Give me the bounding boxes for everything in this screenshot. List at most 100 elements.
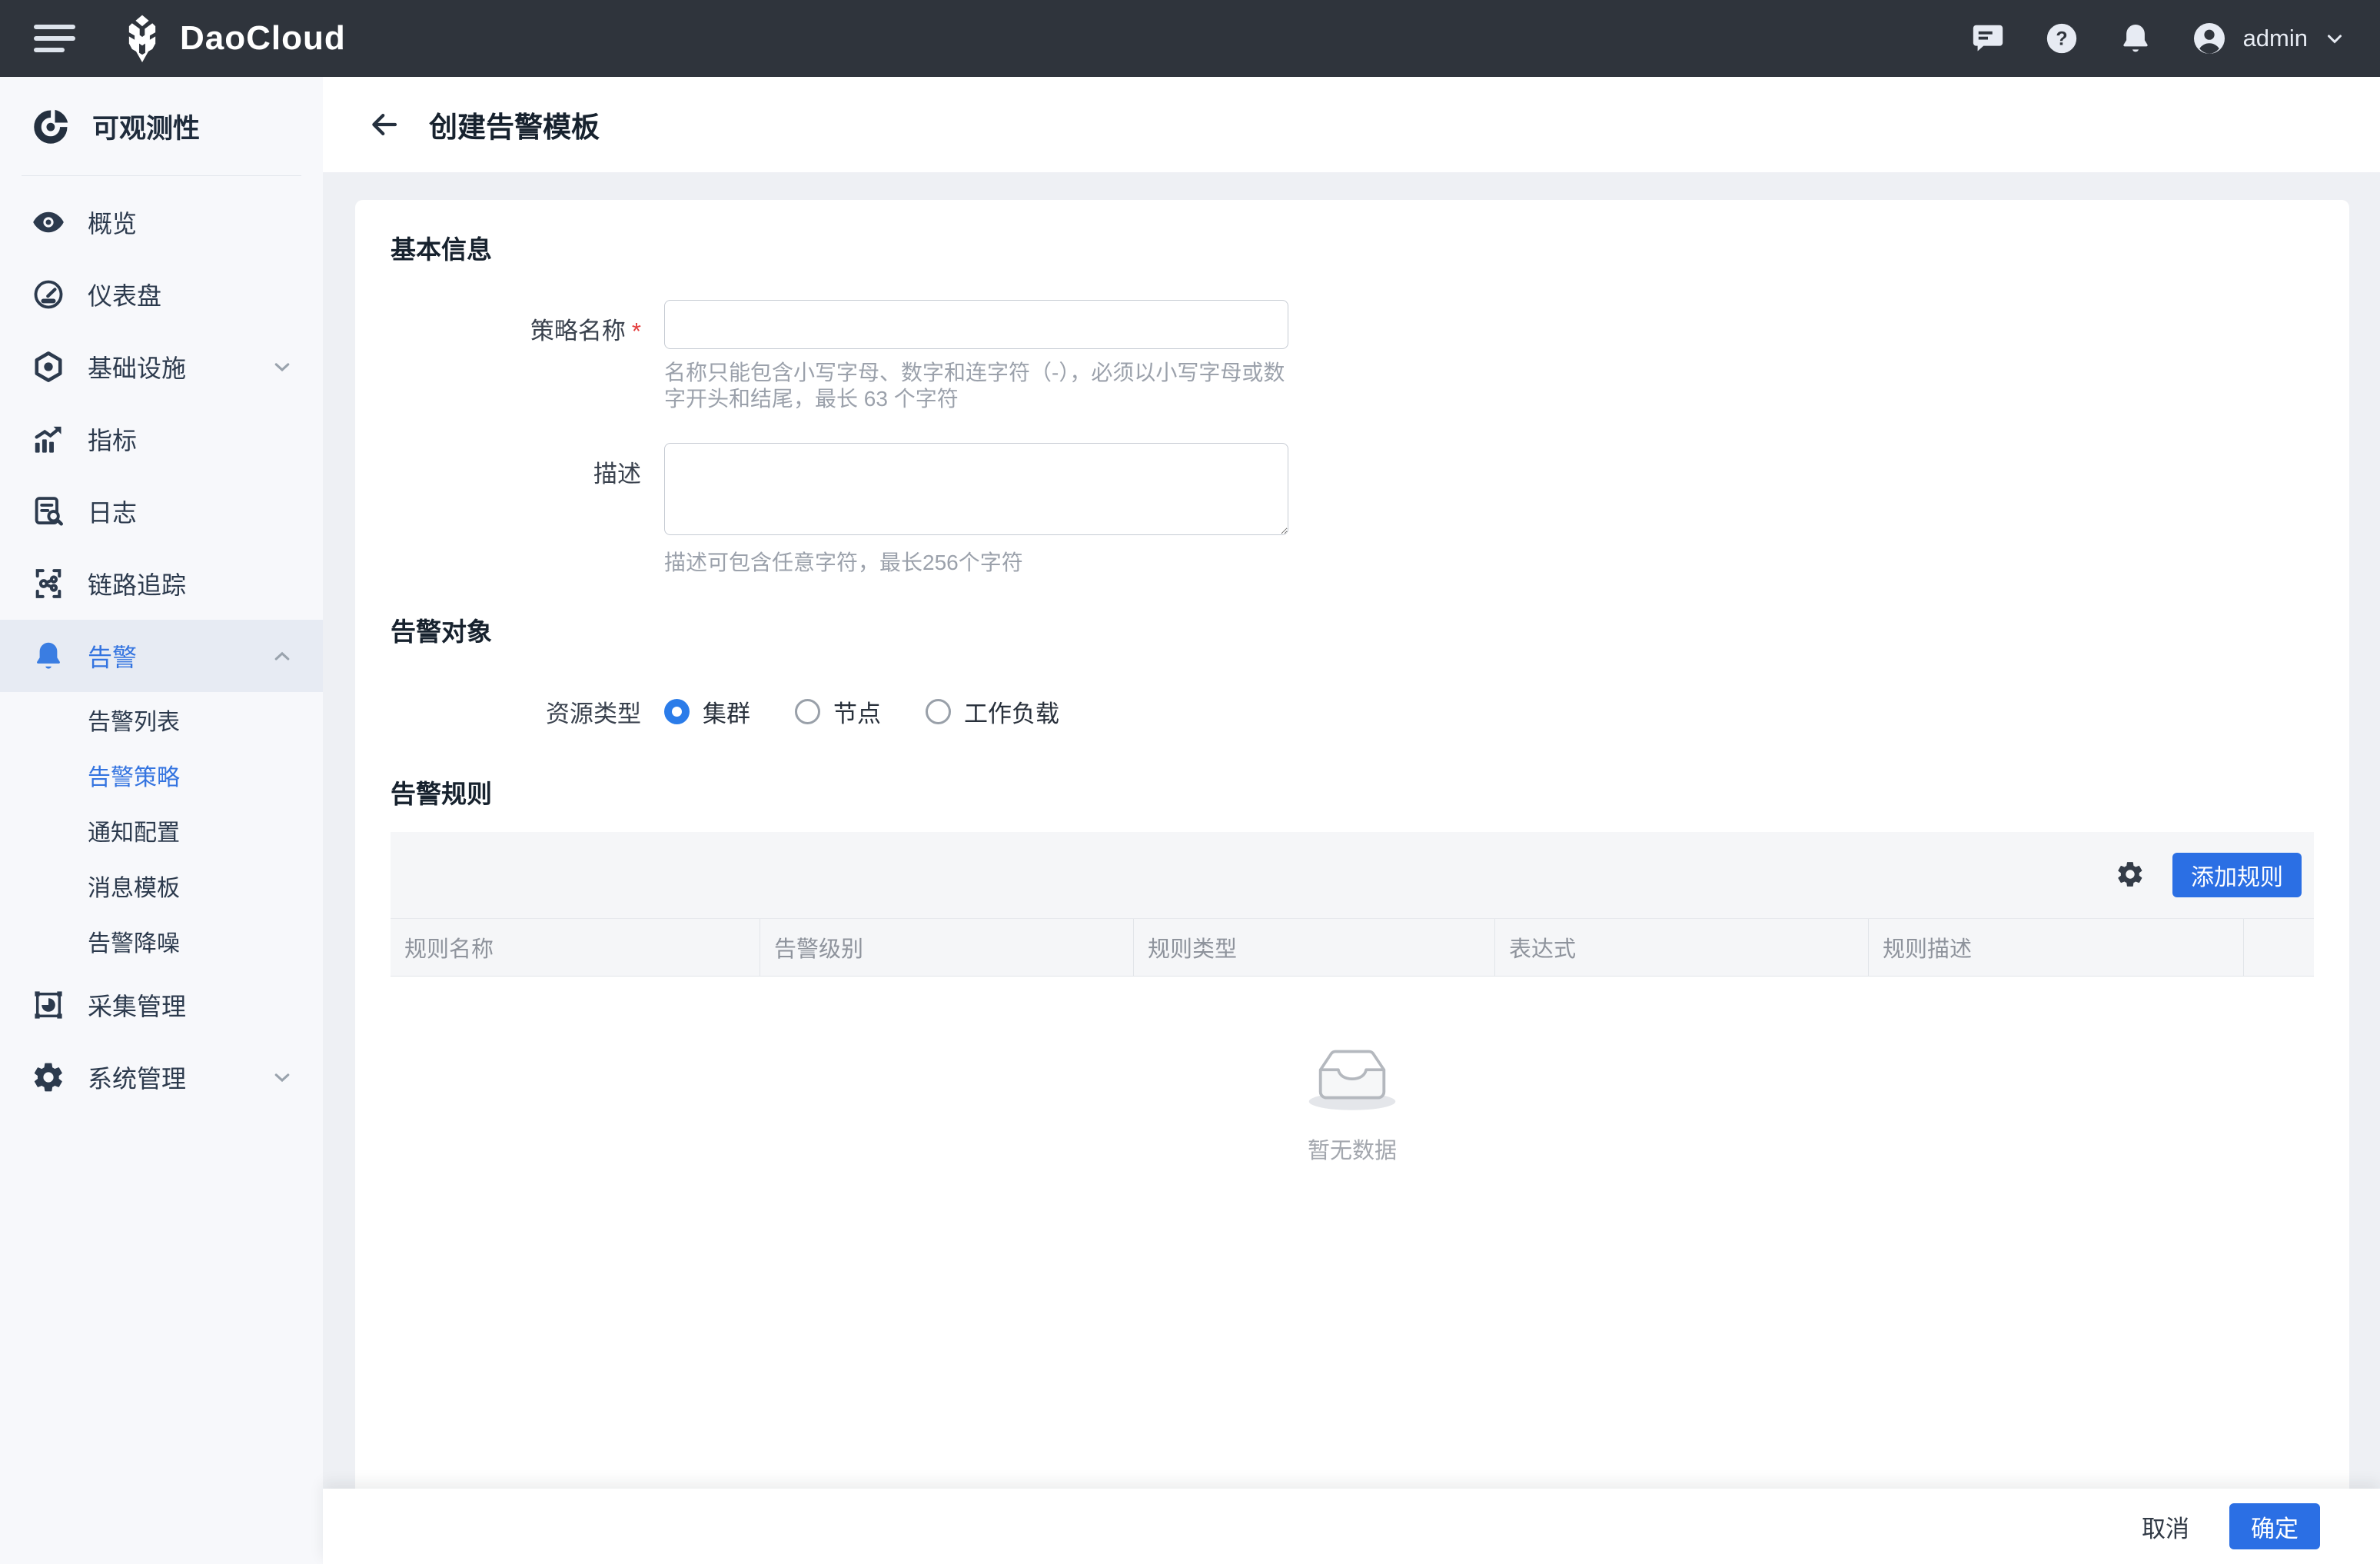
brand-name: DaoCloud bbox=[180, 19, 346, 58]
sidebar-subitem-alert-noise-reduction[interactable]: 告警降噪 bbox=[0, 913, 323, 969]
sidebar-item-metrics[interactable]: 指标 bbox=[0, 403, 323, 475]
sidebar-subitem-alert-policy[interactable]: 告警策略 bbox=[0, 747, 323, 803]
alert-bell-icon bbox=[31, 638, 66, 674]
radio-unselected-icon bbox=[795, 699, 820, 724]
radio-label: 工作负载 bbox=[964, 694, 1059, 729]
section-alert-rules: 告警规则 bbox=[391, 778, 2314, 810]
policy-name-row: 策略名称* 名称只能包含小写字母、数字和连字符（-），必须以小写字母或数字开头和… bbox=[391, 300, 2314, 412]
back-arrow-icon[interactable] bbox=[367, 108, 401, 141]
footer-action-bar: 取消 确定 bbox=[323, 1489, 2380, 1564]
chevron-down-icon bbox=[2323, 27, 2346, 50]
empty-text: 暂无数据 bbox=[1308, 1133, 1397, 1165]
hexagon-infra-icon bbox=[31, 349, 66, 384]
col-rule-name: 规则名称 bbox=[391, 919, 760, 976]
rules-empty-state: 暂无数据 bbox=[391, 977, 2314, 1407]
policy-name-label: 策略名称* bbox=[391, 300, 641, 346]
radio-workload[interactable]: 工作负载 bbox=[926, 694, 1059, 729]
chevron-down-icon bbox=[269, 1064, 295, 1090]
sidebar-item-alerts[interactable]: 告警 bbox=[0, 620, 323, 692]
description-textarea[interactable] bbox=[664, 443, 1288, 535]
svg-text:?: ? bbox=[2056, 28, 2067, 49]
resource-type-radio-group: 集群 节点 工作负载 bbox=[664, 688, 1059, 729]
col-expression: 表达式 bbox=[1494, 919, 1868, 976]
page-header: 创建告警模板 bbox=[323, 77, 2380, 172]
user-menu[interactable]: admin bbox=[2191, 20, 2346, 57]
avatar-icon bbox=[2191, 20, 2228, 57]
rules-table: 添加规则 规则名称 告警级别 规则类型 表达式 规则描述 暂无数据 bbox=[391, 832, 2314, 1407]
policy-name-input[interactable] bbox=[664, 300, 1288, 349]
sidebar-item-overview[interactable]: 概览 bbox=[0, 186, 323, 258]
radio-unselected-icon bbox=[926, 699, 951, 724]
collection-frame-icon bbox=[31, 987, 66, 1023]
col-rule-type: 规则类型 bbox=[1133, 919, 1494, 976]
product-name: 可观测性 bbox=[92, 107, 200, 146]
metrics-chart-icon bbox=[31, 421, 66, 457]
sidebar-item-label: 系统管理 bbox=[88, 1060, 186, 1095]
eye-icon bbox=[31, 205, 66, 240]
cancel-button[interactable]: 取消 bbox=[2142, 1509, 2189, 1544]
description-row: 描述 描述可包含任意字符，最长256个字符 bbox=[391, 443, 2314, 576]
menu-toggle-icon[interactable] bbox=[34, 22, 77, 55]
sidebar-subitem-label: 告警策略 bbox=[88, 758, 180, 792]
radio-node[interactable]: 节点 bbox=[795, 694, 881, 729]
sidebar-subitem-label: 告警降噪 bbox=[88, 924, 180, 958]
sidebar-item-label: 链路追踪 bbox=[88, 566, 186, 601]
gauge-icon bbox=[31, 277, 66, 312]
sidebar-item-label: 基础设施 bbox=[88, 349, 186, 384]
sidebar-subitem-alert-list[interactable]: 告警列表 bbox=[0, 692, 323, 747]
sidebar-item-logs[interactable]: 日志 bbox=[0, 475, 323, 547]
add-rule-button[interactable]: 添加规则 bbox=[2172, 853, 2302, 897]
description-hint: 描述可包含任意字符，最长256个字符 bbox=[664, 550, 1288, 576]
col-rule-description: 规则描述 bbox=[1868, 919, 2243, 976]
resource-type-row: 资源类型 集群 节点 工作负载 bbox=[391, 688, 2314, 729]
sidebar-item-dashboards[interactable]: 仪表盘 bbox=[0, 258, 323, 331]
log-search-icon bbox=[31, 494, 66, 529]
daocloud-logo-icon bbox=[117, 13, 168, 64]
sidebar-item-collection-management[interactable]: 采集管理 bbox=[0, 969, 323, 1041]
required-mark: * bbox=[632, 318, 641, 344]
sidebar-subitem-message-template[interactable]: 消息模板 bbox=[0, 858, 323, 913]
empty-inbox-icon bbox=[1306, 1038, 1398, 1119]
table-settings-gear-icon[interactable] bbox=[2116, 860, 2146, 890]
rules-table-header: 规则名称 告警级别 规则类型 表达式 规则描述 bbox=[391, 918, 2314, 977]
section-basic-info: 基本信息 bbox=[391, 234, 2314, 266]
radio-label: 集群 bbox=[703, 694, 750, 729]
sidebar-subitem-label: 消息模板 bbox=[88, 869, 180, 903]
product-switcher[interactable]: 可观测性 bbox=[0, 77, 323, 175]
message-icon[interactable] bbox=[1969, 20, 2006, 57]
gear-icon bbox=[31, 1060, 66, 1095]
sidebar-item-label: 日志 bbox=[88, 494, 137, 529]
help-icon[interactable]: ? bbox=[2043, 20, 2080, 57]
topbar: DaoCloud ? admin bbox=[0, 0, 2380, 77]
rules-toolbar: 添加规则 bbox=[391, 832, 2314, 918]
policy-name-hint: 名称只能包含小写字母、数字和连字符（-），必须以小写字母或数字开头和结尾，最长 … bbox=[664, 360, 1288, 412]
radio-cluster[interactable]: 集群 bbox=[664, 694, 750, 729]
brand: DaoCloud bbox=[117, 13, 346, 64]
sidebar-item-infrastructure[interactable]: 基础设施 bbox=[0, 331, 323, 403]
sidebar-item-label: 告警 bbox=[88, 638, 137, 674]
sidebar-item-tracing[interactable]: 链路追踪 bbox=[0, 547, 323, 620]
sidebar-subitem-notification-config[interactable]: 通知配置 bbox=[0, 803, 323, 858]
confirm-button[interactable]: 确定 bbox=[2229, 1503, 2320, 1549]
col-alert-level: 告警级别 bbox=[760, 919, 1133, 976]
notifications-bell-icon[interactable] bbox=[2117, 20, 2154, 57]
main-content: 创建告警模板 基本信息 策略名称* 名称只能包含小写字母、数字和连字符（-），必… bbox=[323, 77, 2380, 1564]
description-label: 描述 bbox=[391, 443, 641, 489]
observability-icon bbox=[31, 105, 72, 147]
resource-type-label: 资源类型 bbox=[391, 688, 641, 729]
sidebar-item-system-management[interactable]: 系统管理 bbox=[0, 1041, 323, 1113]
sidebar-item-label: 概览 bbox=[88, 205, 137, 240]
sidebar-subitem-label: 告警列表 bbox=[88, 703, 180, 737]
chevron-up-icon bbox=[269, 643, 295, 669]
radio-label: 节点 bbox=[833, 694, 881, 729]
page-title: 创建告警模板 bbox=[429, 104, 600, 145]
user-name: admin bbox=[2243, 25, 2308, 52]
sidebar-item-label: 采集管理 bbox=[88, 987, 186, 1023]
radio-selected-icon bbox=[664, 699, 690, 724]
col-actions bbox=[2243, 919, 2314, 976]
section-alert-target: 告警对象 bbox=[391, 616, 2314, 648]
sidebar-nav: 概览 仪表盘 基础设施 指标 日志 bbox=[0, 176, 323, 1113]
form-card: 基本信息 策略名称* 名称只能包含小写字母、数字和连字符（-），必须以小写字母或… bbox=[355, 200, 2349, 1507]
sidebar-item-label: 仪表盘 bbox=[88, 277, 161, 312]
topbar-actions: ? admin bbox=[1969, 20, 2346, 57]
